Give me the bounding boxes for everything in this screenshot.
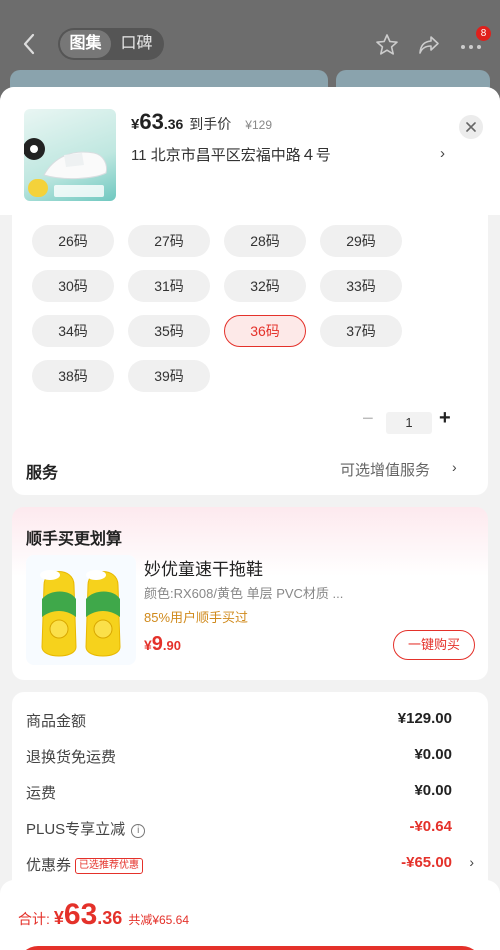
summary-label: PLUS专享立减: [26, 821, 126, 838]
size-option[interactable]: 30码: [32, 270, 114, 302]
size-option[interactable]: 29码: [320, 225, 402, 257]
upsell-price: ¥ 9 .90: [144, 633, 181, 656]
product-price: ¥ 63 .36 到手价 ¥129: [131, 109, 272, 139]
quantity-increase-button[interactable]: +: [439, 408, 451, 428]
service-label: 服务: [26, 465, 59, 482]
info-icon[interactable]: i: [131, 824, 146, 838]
size-option[interactable]: 36码: [224, 315, 306, 347]
total-saving: 共减¥65.64: [128, 913, 190, 927]
summary-row-plus-discount: PLUS专享立减 i -¥0.64: [26, 818, 474, 842]
upsell-price-currency: ¥: [144, 637, 152, 653]
summary-row-goods: 商品金额 ¥129.00: [26, 710, 474, 734]
close-icon[interactable]: [459, 115, 483, 139]
original-price: ¥129: [245, 118, 272, 132]
upsell-price-integer: 9: [151, 633, 163, 655]
size-option[interactable]: 31码: [128, 270, 210, 302]
summary-value: ¥0.00: [414, 782, 452, 799]
share-icon[interactable]: [416, 32, 442, 58]
checkout-footer: 合计: ¥ 63 .36 共减¥65.64: [0, 880, 500, 950]
tab-gallery[interactable]: 图集: [60, 30, 111, 58]
size-option[interactable]: 28码: [224, 225, 306, 257]
upsell-product-name[interactable]: 妙优童速干拖鞋: [144, 555, 263, 580]
summary-value: -¥65.00: [401, 854, 452, 871]
service-chevron-icon[interactable]: ›: [452, 459, 457, 475]
size-option[interactable]: 34码: [32, 315, 114, 347]
summary-label: 商品金额: [26, 713, 87, 730]
total-label: 合计:: [18, 911, 50, 927]
star-icon[interactable]: [374, 32, 400, 58]
price-tag: 到手价: [189, 116, 232, 132]
price-integer: 63: [139, 109, 164, 134]
size-option[interactable]: 27码: [128, 225, 210, 257]
summary-label: 退换货免运费: [26, 749, 117, 766]
product-image: [24, 109, 116, 201]
top-bar: 图集 口碑 8: [0, 22, 500, 68]
notification-badge: 8: [476, 26, 491, 41]
upsell-product-spec: 颜色:RX608/黄色 单层 PVC材质 ...: [144, 586, 344, 601]
coupon-chevron-icon[interactable]: ›: [469, 854, 474, 870]
summary-label-wrap: 优惠券 已选推荐优惠: [26, 854, 144, 875]
tab-reviews[interactable]: 口碑: [111, 30, 162, 58]
summary-label: 优惠券: [26, 857, 72, 874]
size-option[interactable]: 38码: [32, 360, 114, 392]
summary-row-coupon[interactable]: 优惠券 已选推荐优惠 -¥65.00 ›: [26, 854, 474, 878]
size-option[interactable]: 26码: [32, 225, 114, 257]
price-currency: ¥: [131, 116, 140, 133]
size-card: 26码 27码 28码 29码 30码 31码 32码 33码 34码 35码 36码 37码 38码 3…: [12, 215, 488, 564]
address-chevron-icon[interactable]: ›: [440, 145, 445, 162]
size-option[interactable]: 35码: [128, 315, 210, 347]
upsell-price-decimal: .90: [162, 638, 181, 653]
product-header: ¥ 63 .36 到手价 ¥129 11 北京市昌平区宏福中路４号 ›: [0, 87, 500, 215]
sku-sheet: ¥ 63 .36 到手价 ¥129 11 北京市昌平区宏福中路４号 › 26码 2…: [0, 87, 500, 950]
service-option[interactable]: 可选增值服务: [340, 459, 430, 480]
quantity-decrease-button[interactable]: −: [362, 409, 374, 429]
summary-label-wrap: PLUS专享立减 i: [26, 818, 146, 839]
price-decimal: .36: [163, 116, 184, 132]
size-option[interactable]: 32码: [224, 270, 306, 302]
quantity-input[interactable]: 1: [386, 412, 432, 434]
delivery-address[interactable]: 11 北京市昌平区宏福中路４号: [131, 144, 331, 165]
upsell-title: 顺手买更划算: [26, 531, 123, 548]
order-summary: 商品金额 ¥129.00 退换货免运费 ¥0.00 运费 ¥0.00 PLUS专…: [12, 692, 488, 892]
upsell-product-image[interactable]: [26, 555, 136, 665]
size-option[interactable]: 33码: [320, 270, 402, 302]
one-click-buy-button[interactable]: 一键购买: [393, 630, 475, 660]
total-integer: 63: [63, 898, 98, 931]
upsell-social-proof: 85%用户顺手买过: [144, 610, 249, 625]
upsell-card: 顺手买更划算 妙优童速干拖鞋 颜色:RX608/黄色 单层 PVC材质 ... …: [12, 507, 488, 680]
checkout-button[interactable]: [18, 946, 482, 950]
coupon-tag: 已选推荐优惠: [75, 858, 144, 874]
total-decimal: .36: [97, 908, 123, 928]
summary-row-shipping: 运费 ¥0.00: [26, 782, 474, 806]
total-price: 合计: ¥ 63 .36 共减¥65.64: [18, 898, 189, 932]
summary-value: ¥0.00: [414, 746, 452, 763]
summary-value: -¥0.64: [409, 818, 452, 835]
summary-label: 运费: [26, 785, 57, 802]
size-option[interactable]: 39码: [128, 360, 210, 392]
view-switch: 图集 口碑: [58, 28, 164, 60]
total-currency: ¥: [53, 908, 64, 928]
size-option[interactable]: 37码: [320, 315, 402, 347]
summary-row-return-shipping: 退换货免运费 ¥0.00: [26, 746, 474, 770]
summary-value: ¥129.00: [397, 710, 452, 727]
back-icon[interactable]: [18, 30, 42, 58]
